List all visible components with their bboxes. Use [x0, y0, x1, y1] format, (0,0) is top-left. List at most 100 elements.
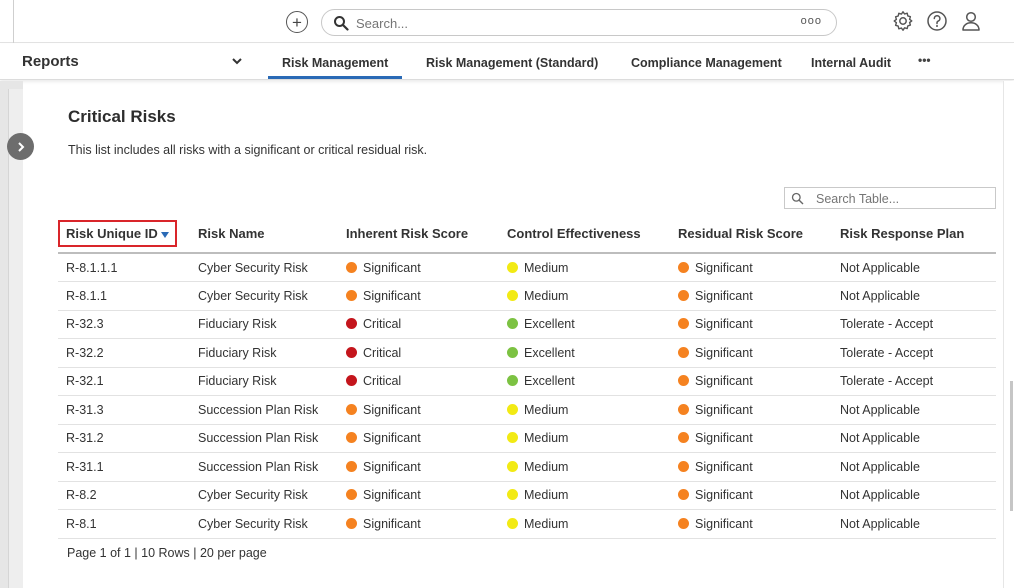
cell-inherent-risk: Significant — [346, 424, 507, 453]
report-description: This list includes all risks with a sign… — [68, 143, 428, 157]
cell-inherent-risk-text: Significant — [363, 402, 421, 417]
cell-response-plan-text: Not Applicable — [840, 402, 920, 417]
column-header-label: Risk Unique ID — [66, 226, 158, 241]
tab-risk-management-standard[interactable]: Risk Management (Standard) — [426, 56, 598, 70]
status-dot-icon — [507, 346, 518, 358]
column-header-risk-unique-id[interactable]: Risk Unique ID — [58, 215, 198, 254]
cell-control-effectiveness: Medium — [507, 452, 678, 482]
status-dot-icon — [678, 289, 689, 301]
cell-risk-id: R-8.1 — [58, 509, 198, 539]
status-dot-icon — [678, 261, 689, 273]
status-dot-icon — [346, 346, 357, 358]
cell-risk-id: R-8.2 — [58, 481, 198, 510]
tab-compliance-management[interactable]: Compliance Management — [631, 56, 782, 70]
cell-inherent-risk: Critical — [346, 310, 507, 339]
cell-risk-id-text: R-32.1 — [66, 374, 104, 389]
search-options-icon[interactable]: ooo — [801, 15, 822, 27]
global-search[interactable]: ooo — [321, 9, 837, 36]
cell-residual-risk: Significant — [678, 424, 840, 453]
cell-control-effectiveness-text: Excellent — [524, 374, 575, 389]
cell-inherent-risk-text: Significant — [363, 260, 421, 275]
table-row[interactable]: R-8.1.1.1 Cyber Security Risk Significant M… — [58, 253, 996, 282]
cell-inherent-risk: Significant — [346, 452, 507, 482]
cell-inherent-risk: Significant — [346, 253, 507, 282]
cell-risk-name: Cyber Security Risk — [198, 281, 346, 311]
table-row[interactable]: R-31.2 Succession Plan Risk Significant Med… — [58, 424, 996, 453]
cell-residual-risk-text: Significant — [695, 516, 753, 531]
add-button[interactable]: + — [286, 11, 308, 33]
tab-internal-audit[interactable]: Internal Audit — [811, 56, 891, 70]
status-dot-icon — [507, 517, 518, 529]
cell-inherent-risk-text: Significant — [363, 459, 421, 474]
status-dot-icon — [678, 403, 689, 415]
cell-inherent-risk-text: Critical — [363, 317, 402, 332]
table-search-input[interactable] — [816, 191, 986, 206]
cell-residual-risk: Significant — [678, 367, 840, 396]
pagination-summary: Page 1 of 1 | 10 Rows | 20 per page — [67, 546, 267, 560]
more-tabs-button[interactable]: ••• — [918, 53, 931, 67]
cell-risk-id: R-31.2 — [58, 424, 198, 453]
table-row[interactable]: R-32.2 Fiduciary Risk Critical Excellent Sig… — [58, 338, 996, 368]
cell-control-effectiveness: Medium — [507, 424, 678, 453]
table-row[interactable]: R-32.1 Fiduciary Risk Critical Excellent Sig… — [58, 367, 996, 396]
column-header-residual-risk-score[interactable]: Residual Risk Score — [678, 215, 840, 254]
highlighted-sort-header[interactable]: Risk Unique ID — [58, 220, 177, 247]
cell-risk-id-text: R-8.2 — [66, 488, 97, 503]
cell-risk-name-text: Cyber Security Risk — [198, 288, 308, 303]
table-row[interactable]: R-8.2 Cyber Security Risk Significant Mediu… — [58, 481, 996, 510]
column-header-control-effectiveness[interactable]: Control Effectiveness — [507, 215, 678, 254]
table-search[interactable] — [784, 187, 996, 209]
scrollbar[interactable] — [1003, 81, 1014, 588]
user-icon[interactable] — [959, 9, 983, 33]
cell-risk-id: R-32.1 — [58, 367, 198, 396]
column-header-inherent-risk-score[interactable]: Inherent Risk Score — [346, 215, 507, 254]
cell-response-plan-text: Not Applicable — [840, 260, 920, 275]
cell-control-effectiveness-text: Medium — [524, 459, 569, 474]
cell-control-effectiveness-text: Medium — [524, 288, 569, 303]
table-row[interactable]: R-8.1 Cyber Security Risk Significant Mediu… — [58, 509, 996, 539]
cell-control-effectiveness: Medium — [507, 281, 678, 311]
column-header-risk-response-plan[interactable]: Risk Response Plan — [840, 215, 996, 254]
scrollbar-thumb[interactable] — [1010, 381, 1013, 511]
cell-control-effectiveness-text: Excellent — [524, 345, 575, 360]
cell-inherent-risk: Significant — [346, 281, 507, 311]
table-row[interactable]: R-32.3 Fiduciary Risk Critical Excellent Sig… — [58, 310, 996, 339]
status-dot-icon — [678, 517, 689, 529]
top-bar: + ooo — [0, 0, 1014, 43]
cell-risk-name: Succession Plan Risk — [198, 395, 346, 425]
cell-risk-id-text: R-32.2 — [66, 345, 104, 360]
cell-control-effectiveness-text: Medium — [524, 402, 569, 417]
help-icon[interactable] — [925, 9, 949, 33]
cell-residual-risk: Significant — [678, 395, 840, 425]
table-row[interactable]: R-31.1 Succession Plan Risk Significant Med… — [58, 452, 996, 482]
tab-risk-management[interactable]: Risk Management — [267, 56, 403, 79]
column-header-label: Control Effectiveness — [507, 226, 641, 241]
reports-menu-label[interactable]: Reports — [22, 53, 79, 70]
cell-control-effectiveness-text: Excellent — [524, 317, 575, 332]
chevron-down-icon[interactable] — [231, 55, 243, 67]
status-dot-icon — [678, 318, 689, 330]
cell-inherent-risk: Significant — [346, 481, 507, 510]
cell-control-effectiveness: Medium — [507, 253, 678, 282]
table-row[interactable]: R-31.3 Succession Plan Risk Significant Med… — [58, 395, 996, 425]
cell-residual-risk: Significant — [678, 338, 840, 368]
cell-response-plan: Not Applicable — [840, 452, 996, 482]
cell-response-plan-text: Not Applicable — [840, 516, 920, 531]
cell-response-plan: Not Applicable — [840, 395, 996, 425]
cell-risk-name-text: Fiduciary Risk — [198, 374, 277, 389]
column-header-risk-name[interactable]: Risk Name — [198, 215, 346, 254]
cell-risk-id: R-31.3 — [58, 395, 198, 425]
top-left-divider — [0, 0, 14, 43]
search-input[interactable] — [356, 14, 776, 32]
table-row[interactable]: R-8.1.1 Cyber Security Risk Significant Med… — [58, 281, 996, 311]
status-dot-icon — [346, 289, 357, 301]
gear-icon[interactable] — [891, 9, 915, 33]
cell-control-effectiveness-text: Medium — [524, 260, 569, 275]
status-dot-icon — [507, 460, 518, 472]
cell-risk-name-text: Fiduciary Risk — [198, 345, 277, 360]
cell-residual-risk-text: Significant — [695, 345, 753, 360]
sidebar-expand-button[interactable] — [7, 133, 34, 160]
cell-residual-risk-text: Significant — [695, 488, 753, 503]
cell-risk-name-text: Succession Plan Risk — [198, 431, 319, 446]
cell-risk-id: R-32.3 — [58, 310, 198, 339]
